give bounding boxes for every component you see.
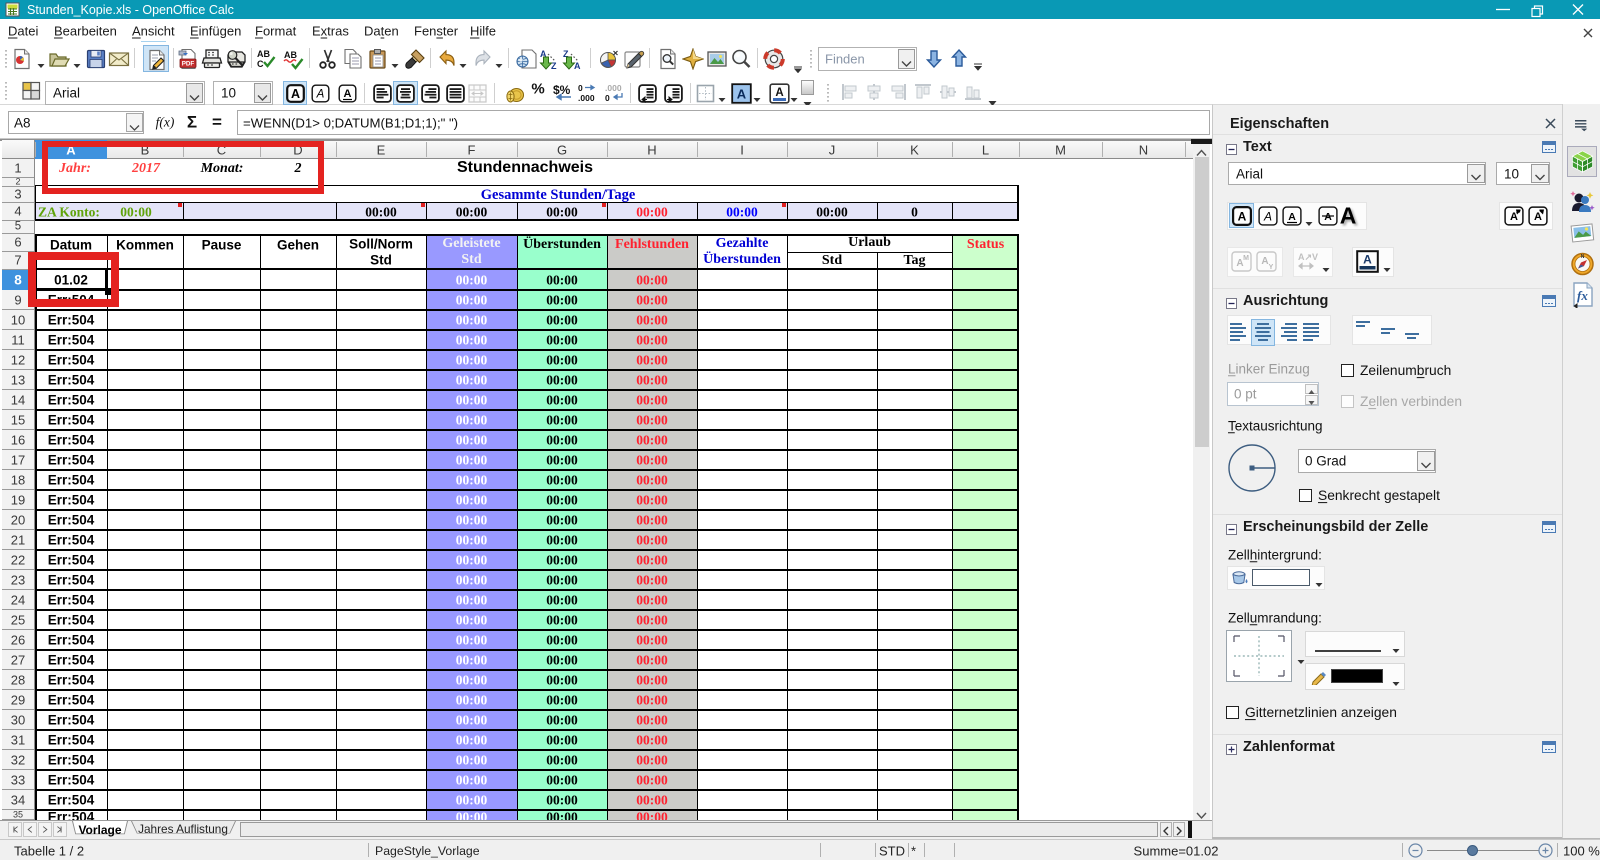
svg-text:C: C xyxy=(257,59,264,69)
svg-text:A: A xyxy=(574,61,581,70)
svg-text:fx: fx xyxy=(1577,288,1588,303)
svg-text:0: 0 xyxy=(578,83,583,93)
svg-text:0: 0 xyxy=(605,93,610,103)
svg-text:N: N xyxy=(1581,254,1585,260)
svg-text:$%: $% xyxy=(553,83,571,97)
svg-text:A: A xyxy=(1288,211,1296,223)
svg-text:A: A xyxy=(344,88,352,100)
svg-text:A: A xyxy=(775,87,783,99)
svg-text:A: A xyxy=(737,87,747,102)
svg-text:Z: Z xyxy=(551,61,557,70)
svg-text:Y: Y xyxy=(1269,264,1274,271)
svg-text:A: A xyxy=(1263,209,1272,223)
svg-text:A: A xyxy=(1534,211,1542,223)
svg-text:A: A xyxy=(1238,209,1247,223)
svg-text:PDF: PDF xyxy=(182,61,195,68)
svg-text:.000: .000 xyxy=(578,93,595,103)
svg-text:A: A xyxy=(1363,253,1372,267)
svg-text:A: A xyxy=(291,87,300,101)
svg-text:AB: AB xyxy=(257,49,270,59)
svg-text:M: M xyxy=(1243,255,1249,262)
svg-text:A: A xyxy=(316,89,325,101)
svg-text:.000: .000 xyxy=(605,83,622,93)
svg-text:AB: AB xyxy=(284,50,297,60)
svg-text:A↗V: A↗V xyxy=(1298,252,1318,262)
svg-text:A: A xyxy=(1324,211,1332,223)
svg-text:A: A xyxy=(1261,256,1268,267)
